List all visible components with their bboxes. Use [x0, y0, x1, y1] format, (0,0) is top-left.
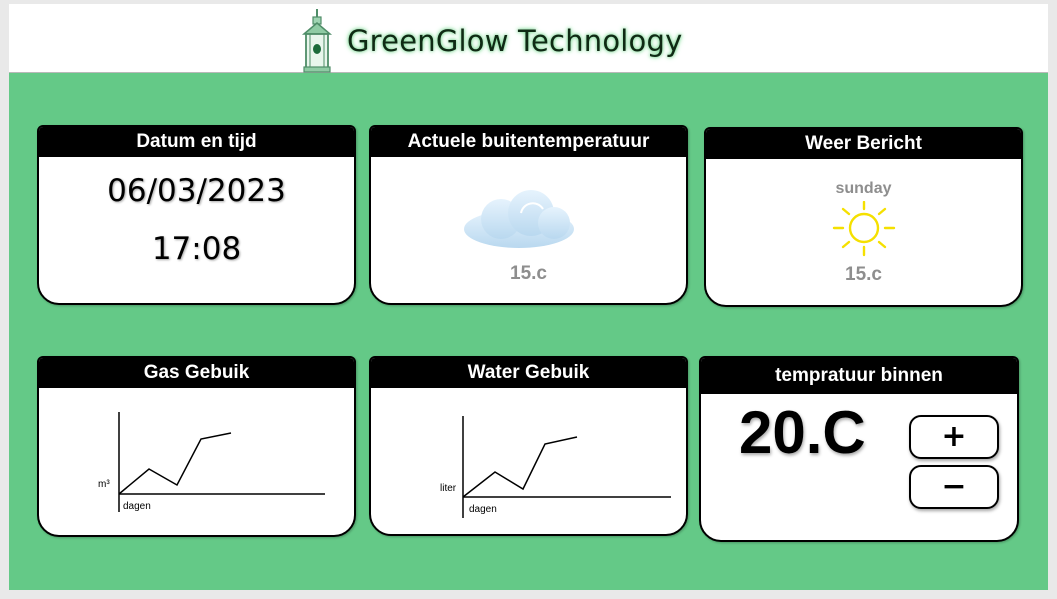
datetime-card-title: Datum en tijd — [39, 127, 354, 157]
outside-temperature-card: Actuele buitentemperatuur 15.c — [369, 125, 688, 305]
app-title: GreenGlow Technology — [347, 24, 683, 58]
inside-temperature-card-title: tempratuur binnen — [701, 358, 1017, 394]
app-window: GreenGlow Technology Datum en tijd 06/03… — [0, 0, 1057, 599]
current-date: 06/03/2023 — [107, 173, 286, 209]
datetime-card: Datum en tijd 06/03/2023 17:08 — [37, 125, 356, 305]
gas-usage-chart: m³ dagen — [98, 412, 325, 512]
inside-temperature-value: 20.C — [739, 399, 866, 466]
weather-forecast-card: Weer Bericht sunday 15.c — [704, 127, 1023, 307]
water-chart-x-label: dagen — [469, 504, 497, 515]
outside-temperature-card-title: Actuele buitentemperatuur — [371, 127, 686, 157]
water-usage-chart: liter dagen — [440, 416, 671, 518]
inside-temperature-card: tempratuur binnen 20.C + − — [699, 356, 1019, 542]
increase-temperature-button[interactable]: + — [909, 415, 999, 459]
forecast-temperature-value: 15.c — [845, 264, 882, 285]
current-time: 17:08 — [151, 231, 242, 267]
decrease-temperature-button[interactable]: − — [909, 465, 999, 509]
cloud-icon — [464, 190, 574, 248]
dashboard-panel: Datum en tijd 06/03/2023 17:08 Actuele b… — [9, 73, 1048, 590]
water-usage-card: Water Gebuik liter dagen — [369, 356, 688, 536]
water-chart-y-label: liter — [440, 483, 457, 494]
sun-icon — [832, 201, 896, 257]
gas-usage-line — [118, 432, 232, 495]
gas-chart-x-label: dagen — [123, 501, 151, 512]
weather-forecast-card-title: Weer Bericht — [706, 129, 1021, 159]
header-bar: GreenGlow Technology — [9, 4, 1048, 73]
gas-usage-card-title: Gas Gebuik — [39, 358, 354, 388]
water-usage-card-title: Water Gebuik — [371, 358, 686, 388]
gas-chart-y-label: m³ — [98, 479, 110, 490]
outside-temperature-value: 15.c — [510, 263, 547, 284]
water-usage-line — [462, 436, 578, 498]
lantern-logo-icon — [301, 9, 333, 73]
forecast-day: sunday — [835, 180, 892, 197]
gas-usage-card: Gas Gebuik m³ dagen — [37, 356, 356, 537]
